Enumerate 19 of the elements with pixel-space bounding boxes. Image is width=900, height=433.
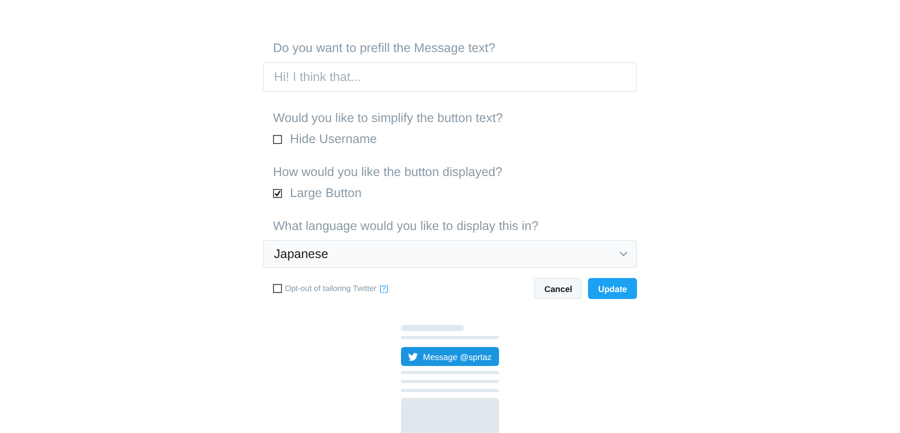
help-link[interactable]: [?] xyxy=(379,284,388,293)
text-placeholder-bar xyxy=(401,325,464,331)
question-text: What language would you like to display this in? xyxy=(272,218,540,234)
question-text: Do you want to prefill the Message text? xyxy=(272,40,496,56)
cancel-button[interactable]: Cancel xyxy=(534,278,582,299)
chevron-down-icon xyxy=(619,251,628,257)
checkbox-label: Large Button xyxy=(290,186,362,200)
checkbox-label: Hide Username xyxy=(290,132,377,146)
message-button[interactable]: Message @sprtaz xyxy=(401,347,499,366)
question-text: Would you like to simplify the button text? xyxy=(272,110,504,126)
bird-icon xyxy=(408,352,418,360)
checkbox[interactable] xyxy=(273,134,282,144)
opt-out-label: Opt-out of tailoring Twitter xyxy=(285,284,376,293)
checkbox[interactable] xyxy=(273,284,282,293)
question-text: How would you like the button displayed? xyxy=(272,164,504,180)
message-input-field[interactable]: Hi! I think that... xyxy=(263,62,637,92)
update-button[interactable]: Update xyxy=(588,278,637,299)
language-select[interactable]: Japanese xyxy=(263,240,637,268)
checkbox[interactable] xyxy=(273,188,282,198)
